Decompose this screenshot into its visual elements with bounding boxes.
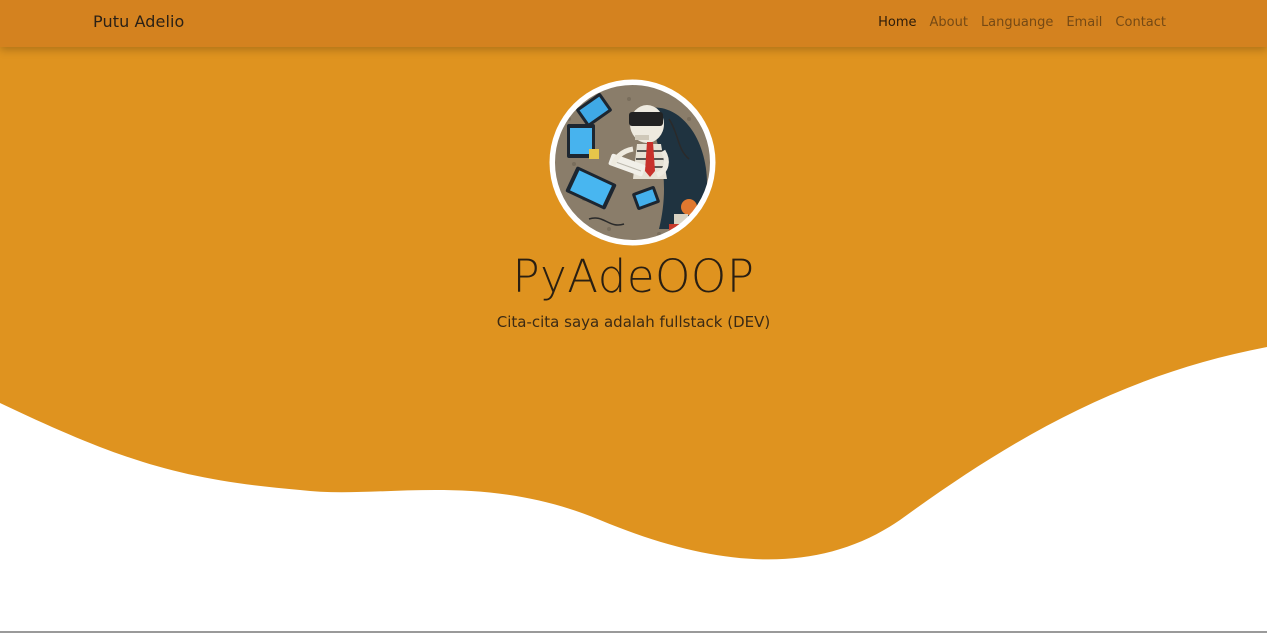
hero-subtitle: Cita-cita saya adalah fullstack (DEV)	[496, 313, 771, 331]
nav-link-about[interactable]: About	[930, 15, 968, 30]
nav-links: Home About Languange Email Contact	[878, 15, 1166, 30]
page: Putu Adelio Home About Languange Email C…	[0, 0, 1267, 633]
nav-link-contact[interactable]: Contact	[1115, 15, 1166, 30]
nav-link-email[interactable]: Email	[1066, 15, 1102, 30]
brand-link[interactable]: Putu Adelio	[93, 12, 184, 31]
avatar	[549, 79, 716, 246]
hero-title: PyAdeOOP	[512, 250, 755, 303]
nav-link-languange[interactable]: Languange	[981, 15, 1053, 30]
nav-link-home[interactable]: Home	[878, 15, 916, 30]
navbar: Putu Adelio Home About Languange Email C…	[0, 0, 1267, 47]
